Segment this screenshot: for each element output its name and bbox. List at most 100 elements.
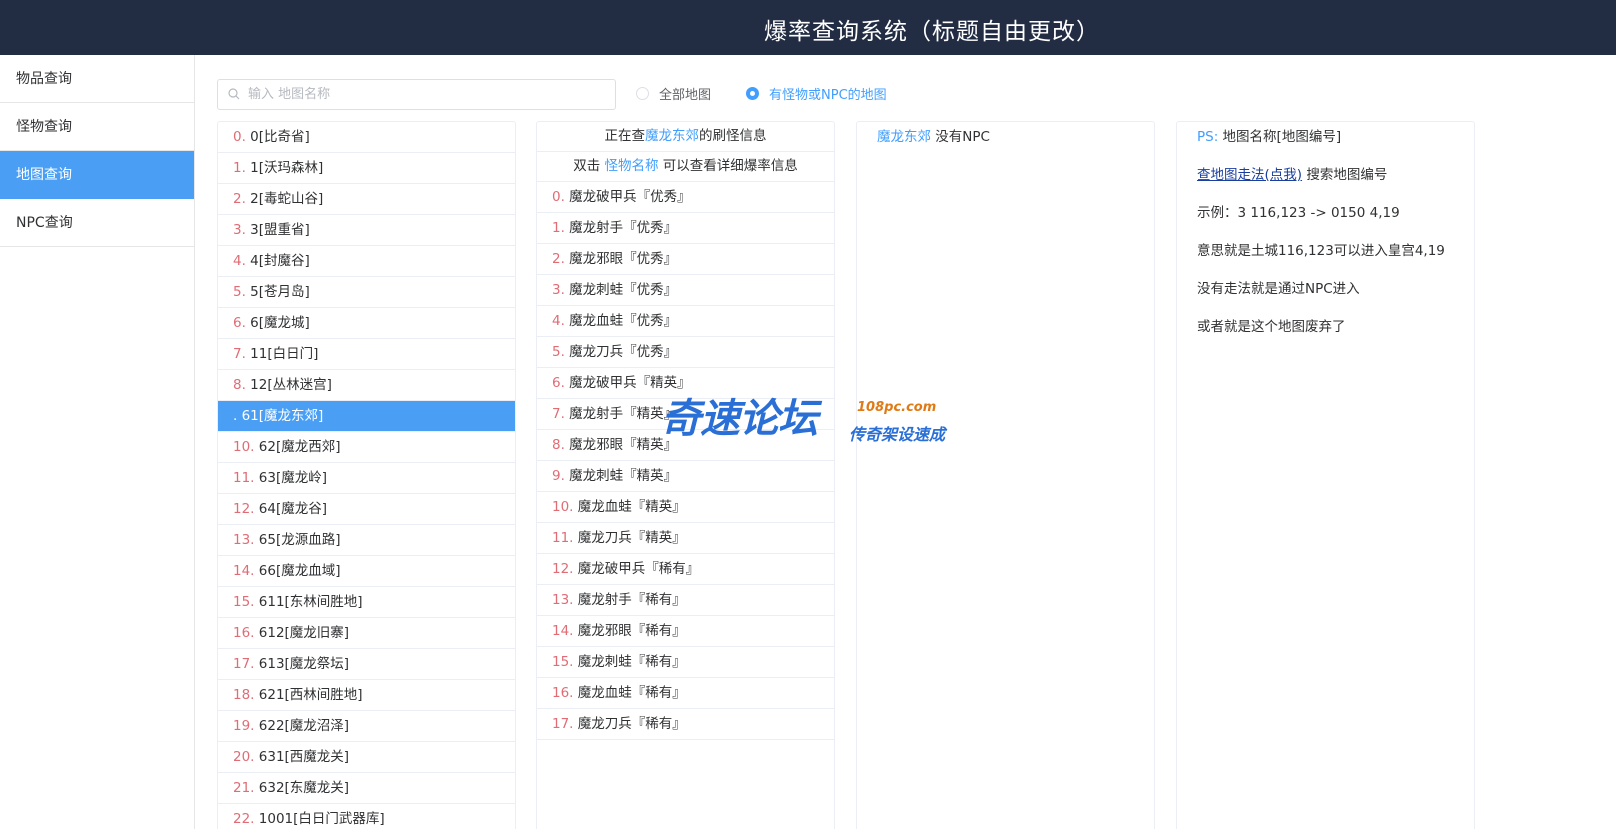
- sidebar-item-1[interactable]: 怪物查询: [0, 103, 194, 151]
- map-list-item[interactable]: 17. 613[魔龙祭坛]: [218, 649, 515, 680]
- map-item-index: 17.: [233, 656, 255, 672]
- map-item-index: 6.: [233, 315, 246, 331]
- hint-suffix: 可以查看详细爆率信息: [658, 158, 798, 174]
- monster-list-item[interactable]: 10. 魔龙血蛙『精英』: [537, 492, 834, 523]
- radio-all-maps[interactable]: 全部地图: [636, 84, 711, 103]
- map-list-item[interactable]: 20. 631[西魔龙关]: [218, 742, 515, 773]
- monster-list-item[interactable]: 1. 魔龙射手『优秀』: [537, 213, 834, 244]
- ps-abandoned: 或者就是这个地图废弃了: [1197, 319, 1346, 335]
- monster-list-item[interactable]: 13. 魔龙射手『稀有』: [537, 585, 834, 616]
- map-list-item[interactable]: 16. 612[魔龙旧寨]: [218, 618, 515, 649]
- map-list-item[interactable]: . 61[魔龙东郊]: [218, 401, 515, 432]
- monster-list-item[interactable]: 5. 魔龙刀兵『优秀』: [537, 337, 834, 368]
- monster-list-panel: 正在查魔龙东郊的刷怪信息 双击 怪物名称 可以查看详细爆率信息 0. 魔龙破甲兵…: [536, 121, 835, 829]
- monster-list-item[interactable]: 11. 魔龙刀兵『精英』: [537, 523, 834, 554]
- link-suffix-text: 搜索地图编号: [1302, 167, 1388, 183]
- map-list-item[interactable]: 21. 632[东魔龙关]: [218, 773, 515, 804]
- map-list-item[interactable]: 22. 1001[白日门武器库]: [218, 804, 515, 829]
- map-item-name: 621[西林间胜地]: [254, 687, 363, 703]
- monster-item-name: 魔龙刺蛙『精英』: [564, 468, 678, 484]
- monster-list-item[interactable]: 2. 魔龙邪眼『优秀』: [537, 244, 834, 275]
- monster-list-item[interactable]: 6. 魔龙破甲兵『精英』: [537, 368, 834, 399]
- refresh-info-header: 正在查魔龙东郊的刷怪信息: [537, 122, 834, 152]
- radio-dot-checked[interactable]: [746, 86, 759, 100]
- map-item-index: 19.: [233, 718, 255, 734]
- monster-item-name: 魔龙刺蛙『优秀』: [564, 282, 678, 298]
- monster-item-name: 魔龙血蛙『精英』: [573, 499, 686, 515]
- map-item-index: 15.: [233, 594, 255, 610]
- npc-map-name: 魔龙东郊: [877, 129, 931, 145]
- map-list-item[interactable]: 3. 3[盟重省]: [218, 215, 515, 246]
- ps-help-panel: PS: 地图名称[地图编号] 查地图走法(点我) 搜索地图编号 示例：3 116…: [1176, 121, 1475, 829]
- map-item-index: 4.: [233, 253, 246, 269]
- watermark-url: 108pc.com: [857, 400, 937, 415]
- info-suffix: 的刷怪信息: [699, 128, 767, 144]
- map-list-item[interactable]: 7. 11[白日门]: [218, 339, 515, 370]
- map-item-index: 8.: [233, 377, 246, 393]
- monster-list-item[interactable]: 16. 魔龙血蛙『稀有』: [537, 678, 834, 709]
- map-item-index: 11.: [233, 470, 255, 486]
- sidebar: 物品查询 怪物查询 地图查询 NPC查询: [0, 55, 195, 829]
- monster-item-index: 11.: [552, 530, 574, 546]
- map-item-name: 622[魔龙沼泽]: [254, 718, 350, 734]
- map-item-index: 7.: [233, 346, 246, 362]
- radio-maps-with-monsters[interactable]: 有怪物或NPC的地图: [746, 84, 887, 103]
- hint-prefix: 双击: [573, 158, 605, 174]
- monster-list-item[interactable]: 9. 魔龙刺蛙『精英』: [537, 461, 834, 492]
- watermark-logo: 奇速论坛 108pc.com 传奇架设速成: [661, 396, 961, 448]
- sidebar-item-0[interactable]: 物品查询: [0, 55, 194, 103]
- map-item-name: 613[魔龙祭坛]: [254, 656, 350, 672]
- monster-item-index: 15.: [552, 654, 574, 670]
- radio-dot[interactable]: [636, 86, 649, 100]
- radio-maps-with-monsters-label: 有怪物或NPC的地图: [769, 87, 887, 103]
- map-list-item[interactable]: 19. 622[魔龙沼泽]: [218, 711, 515, 742]
- map-item-index: 10.: [233, 439, 255, 455]
- monster-item-index: 5.: [552, 344, 565, 360]
- map-list-item[interactable]: 5. 5[苍月岛]: [218, 277, 515, 308]
- watermark-subtitle: 传奇架设速成: [849, 425, 946, 444]
- map-item-name: 5[苍月岛]: [245, 284, 310, 300]
- map-list-item[interactable]: 8. 12[丛林迷宫]: [218, 370, 515, 401]
- monster-list-item[interactable]: 17. 魔龙刀兵『稀有』: [537, 709, 834, 740]
- info-prefix: 正在查: [604, 128, 646, 144]
- monster-item-index: 17.: [552, 716, 574, 732]
- monster-item-index: 3.: [552, 282, 565, 298]
- map-item-name: 3[盟重省]: [245, 222, 310, 238]
- monster-item-index: 0.: [552, 189, 565, 205]
- map-item-name: 6[魔龙城]: [245, 315, 310, 331]
- map-item-index: 12.: [233, 501, 255, 517]
- map-list-item[interactable]: 15. 611[东林间胜地]: [218, 587, 515, 618]
- map-list-item[interactable]: 1. 1[沃玛森林]: [218, 153, 515, 184]
- monster-list-item[interactable]: 0. 魔龙破甲兵『优秀』: [537, 182, 834, 213]
- monster-list-item[interactable]: 3. 魔龙刺蛙『优秀』: [537, 275, 834, 306]
- monster-list-item[interactable]: 15. 魔龙刺蛙『稀有』: [537, 647, 834, 678]
- map-list-item[interactable]: 18. 621[西林间胜地]: [218, 680, 515, 711]
- monster-item-index: 4.: [552, 313, 565, 329]
- map-route-link[interactable]: 查地图走法(点我): [1197, 167, 1302, 183]
- map-list-item[interactable]: 10. 62[魔龙西郊]: [218, 432, 515, 463]
- map-list-item[interactable]: 14. 66[魔龙血域]: [218, 556, 515, 587]
- map-list-item[interactable]: 0. 0[比奇省]: [218, 122, 515, 153]
- monster-list-item[interactable]: 12. 魔龙破甲兵『稀有』: [537, 554, 834, 585]
- sidebar-item-2[interactable]: 地图查询: [0, 151, 194, 199]
- map-list-item[interactable]: 2. 2[毒蛇山谷]: [218, 184, 515, 215]
- double-click-hint: 双击 怪物名称 可以查看详细爆率信息: [537, 152, 834, 182]
- map-list-item[interactable]: 4. 4[封魔谷]: [218, 246, 515, 277]
- map-list-item[interactable]: 6. 6[魔龙城]: [218, 308, 515, 339]
- map-item-index: 13.: [233, 532, 255, 548]
- monster-item-index: 16.: [552, 685, 574, 701]
- monster-list-item[interactable]: 4. 魔龙血蛙『优秀』: [537, 306, 834, 337]
- map-list-item[interactable]: 13. 65[龙源血路]: [218, 525, 515, 556]
- map-search-box[interactable]: [217, 79, 616, 110]
- map-search-input[interactable]: [248, 80, 608, 109]
- monster-item-name: 魔龙刀兵『优秀』: [564, 344, 678, 360]
- hint-highlight: 怪物名称: [604, 158, 659, 174]
- map-list-item[interactable]: 11. 63[魔龙岭]: [218, 463, 515, 494]
- map-item-name: 631[西魔龙关]: [254, 749, 350, 765]
- map-item-name: 61[魔龙东郊]: [237, 408, 324, 424]
- monster-list-item[interactable]: 14. 魔龙邪眼『稀有』: [537, 616, 834, 647]
- map-list-item[interactable]: 12. 64[魔龙谷]: [218, 494, 515, 525]
- sidebar-item-3[interactable]: NPC查询: [0, 199, 194, 247]
- monster-item-index: 2.: [552, 251, 565, 267]
- ps-no-path: 没有走法就是通过NPC进入: [1197, 281, 1360, 297]
